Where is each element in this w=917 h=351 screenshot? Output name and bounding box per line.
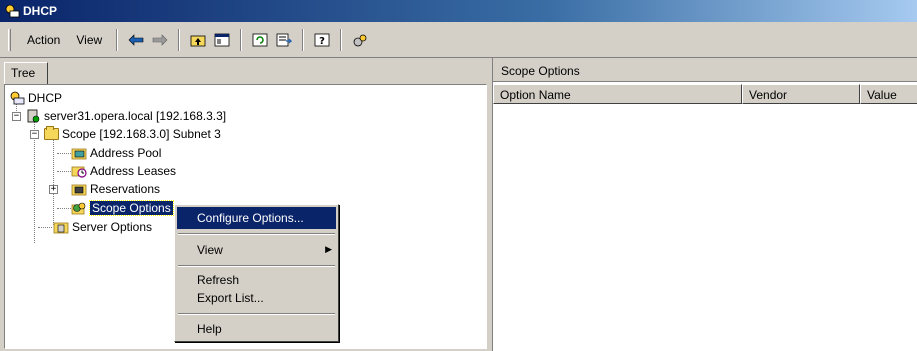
toolbar-separator bbox=[340, 28, 343, 51]
menu-separator bbox=[178, 313, 335, 315]
menu-item-label: Configure Options... bbox=[197, 211, 304, 225]
window-title: DHCP bbox=[23, 4, 58, 18]
back-arrow-icon[interactable] bbox=[124, 29, 148, 51]
collapse-toggle[interactable]: − bbox=[12, 112, 21, 121]
dhcp-icon bbox=[9, 91, 25, 105]
tree-guide-line bbox=[38, 227, 52, 228]
tree-tab-row: Tree bbox=[0, 58, 489, 84]
menu-item-label: Refresh bbox=[197, 273, 240, 287]
tree-node-label: Scope Options bbox=[89, 200, 174, 216]
up-folder-icon[interactable] bbox=[186, 29, 210, 51]
details-column-headers: Option Name Vendor Value bbox=[493, 84, 917, 104]
toolbar-grip bbox=[8, 28, 11, 51]
submenu-arrow-icon: ▶ bbox=[325, 244, 332, 254]
server-icon bbox=[25, 109, 41, 123]
tree-node-dhcp[interactable]: DHCP bbox=[9, 89, 62, 107]
menu-item-help[interactable]: Help bbox=[177, 319, 336, 339]
menu-item-view[interactable]: View ▶ bbox=[177, 239, 336, 261]
view-menu[interactable]: View bbox=[68, 31, 110, 49]
tree-guide-line bbox=[53, 137, 54, 225]
menu-separator bbox=[178, 233, 335, 235]
tree-guide-line bbox=[57, 208, 71, 209]
tree-guide-line bbox=[57, 171, 71, 172]
action-menu[interactable]: Action bbox=[19, 31, 68, 49]
toolbar-separator bbox=[302, 28, 305, 51]
extra-tool-icon[interactable] bbox=[348, 29, 372, 51]
scope-options-icon bbox=[71, 201, 87, 215]
tree-node-label: Scope [192.168.3.0] Subnet 3 bbox=[62, 127, 221, 141]
tree-node-server[interactable]: server31.opera.local [192.168.3.3] bbox=[25, 107, 226, 125]
column-option-name[interactable]: Option Name bbox=[493, 84, 742, 104]
folder-icon bbox=[44, 126, 59, 140]
export-list-icon[interactable] bbox=[272, 29, 296, 51]
forward-arrow-icon[interactable] bbox=[148, 29, 172, 51]
column-value[interactable]: Value bbox=[860, 84, 917, 104]
dhcp-icon bbox=[4, 3, 20, 19]
svg-text:?: ? bbox=[319, 36, 325, 47]
menu-item-label: Help bbox=[197, 322, 222, 336]
tree-node-label: Reservations bbox=[90, 182, 161, 196]
tree-node-address-leases[interactable]: Address Leases bbox=[71, 162, 176, 180]
menu-item-refresh[interactable]: Refresh bbox=[177, 271, 336, 289]
tree-node-reservations[interactable]: Reservations bbox=[71, 180, 160, 198]
title-bar: DHCP bbox=[0, 0, 917, 22]
toolbar: Action View ? bbox=[0, 22, 917, 58]
expand-toggle[interactable]: + bbox=[49, 185, 58, 194]
tree-node-scope-options[interactable]: Scope Options bbox=[71, 199, 174, 217]
help-icon[interactable]: ? bbox=[310, 29, 334, 51]
tree-guide-line bbox=[57, 153, 71, 154]
details-header: Scope Options bbox=[493, 58, 917, 82]
menu-item-label: View bbox=[197, 243, 223, 257]
tab-tree[interactable]: Tree bbox=[4, 62, 48, 84]
toolbar-separator bbox=[116, 28, 119, 51]
tree-node-label: Address Pool bbox=[90, 146, 162, 160]
tree-node-address-pool[interactable]: Address Pool bbox=[71, 144, 161, 162]
tree-node-label: Address Leases bbox=[90, 164, 177, 178]
server-options-icon bbox=[53, 220, 69, 234]
tree-node-label: DHCP bbox=[28, 91, 63, 105]
menu-item-export-list[interactable]: Export List... bbox=[177, 289, 336, 309]
toolbar-separator bbox=[240, 28, 243, 51]
tree-node-server-options[interactable]: Server Options bbox=[53, 218, 152, 236]
context-menu: Configure Options... View ▶ Refresh Expo… bbox=[174, 204, 339, 342]
address-leases-icon bbox=[71, 164, 87, 178]
details-pane: Scope Options Option Name Vendor Value bbox=[492, 58, 917, 351]
tree-node-label: server31.opera.local [192.168.3.3] bbox=[44, 109, 227, 123]
column-vendor[interactable]: Vendor bbox=[742, 84, 860, 104]
address-pool-icon bbox=[71, 146, 87, 160]
tree-node-scope[interactable]: Scope [192.168.3.0] Subnet 3 bbox=[44, 125, 221, 143]
refresh-icon[interactable] bbox=[248, 29, 272, 51]
show-hide-tree-icon[interactable] bbox=[210, 29, 234, 51]
tree-node-label: Server Options bbox=[72, 220, 153, 234]
reservations-icon bbox=[71, 182, 87, 196]
toolbar-separator bbox=[178, 28, 181, 51]
collapse-toggle[interactable]: − bbox=[30, 130, 39, 139]
menu-item-configure-options[interactable]: Configure Options... bbox=[177, 207, 336, 229]
menu-separator bbox=[178, 265, 335, 267]
menu-item-label: Export List... bbox=[197, 291, 264, 305]
